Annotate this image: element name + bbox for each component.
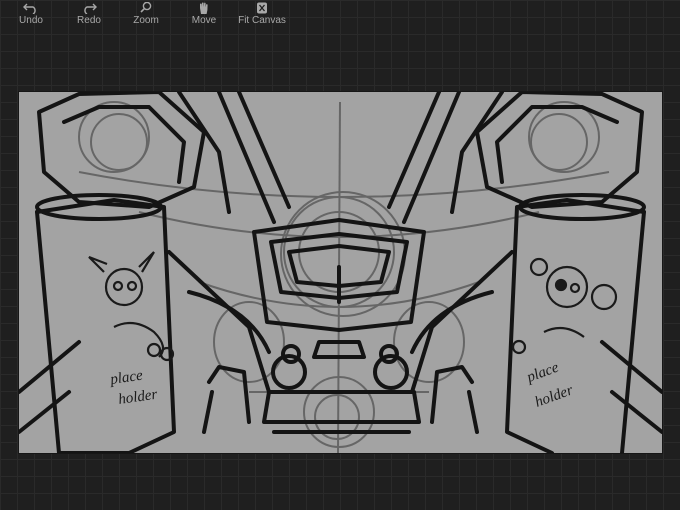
redo-button[interactable]: Redo	[74, 0, 104, 30]
redo-label: Redo	[77, 15, 101, 26]
undo-arrow-icon	[23, 3, 36, 14]
move-label: Move	[191, 15, 217, 26]
hand-icon	[200, 2, 208, 14]
fit-canvas-button[interactable]: Fit Canvas	[236, 0, 288, 30]
magnifier-icon	[140, 2, 152, 13]
fit-canvas-icon	[257, 2, 267, 14]
zoom-button[interactable]: Zoom	[131, 0, 161, 30]
fit-canvas-label: Fit Canvas	[238, 15, 286, 26]
redo-arrow-icon	[84, 3, 97, 14]
undo-label: Undo	[19, 15, 43, 26]
drawing-app-window: Undo Redo Zoom Move Fit Canvas place hol…	[0, 0, 680, 510]
zoom-label: Zoom	[133, 15, 159, 26]
undo-button[interactable]: Undo	[17, 0, 45, 30]
sketch-artwork: place holder place holder	[19, 92, 662, 453]
top-toolbar: Undo Redo Zoom Move Fit Canvas	[0, 0, 680, 30]
move-button[interactable]: Move	[189, 0, 219, 30]
drawing-canvas[interactable]: place holder place holder	[19, 92, 662, 453]
